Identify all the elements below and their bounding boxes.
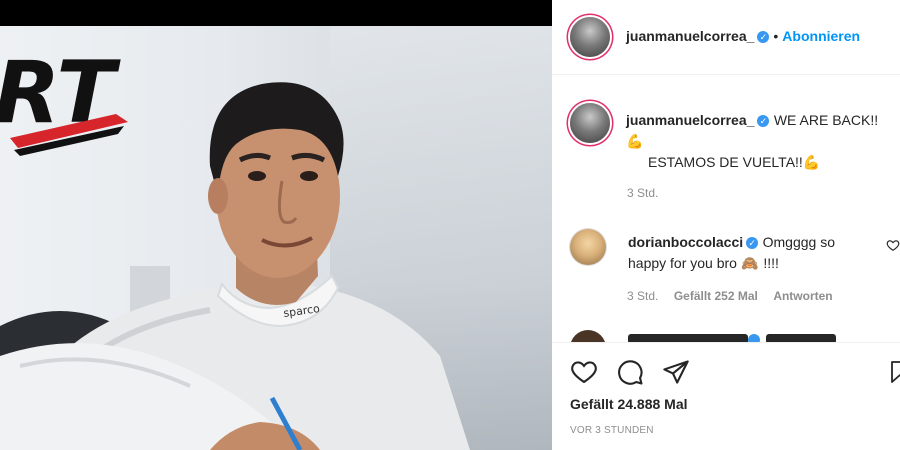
comment: dorianboccolacci ✓ Omgggg so happy for yo… xyxy=(628,232,878,274)
author-avatar[interactable] xyxy=(570,17,610,57)
caption-line2: ESTAMOS DE VUELTA!! xyxy=(648,154,803,170)
caption-line1: WE ARE BACK!! xyxy=(773,112,879,128)
verified-icon: ✓ xyxy=(757,115,770,127)
comment-username[interactable]: dorianboccolacci xyxy=(628,234,743,250)
verified-icon: ✓ xyxy=(746,237,759,249)
flexed-biceps-emoji: 💪 xyxy=(802,154,821,170)
comment-icon[interactable] xyxy=(616,358,644,386)
comment-text-line2: happy for you bro xyxy=(628,255,737,271)
actions-divider xyxy=(552,342,900,343)
photo-top-bar xyxy=(0,0,552,26)
header-divider xyxy=(552,74,900,75)
rt-logo: RT xyxy=(0,43,128,156)
comment-text-line1: Omgggg so xyxy=(762,234,835,250)
caption: juanmanuelcorrea_ ✓ WE ARE BACK!! 💪 ESTAM… xyxy=(626,110,896,173)
heart-icon[interactable] xyxy=(570,358,598,386)
header-username[interactable]: juanmanuelcorrea_ xyxy=(626,28,754,44)
verified-icon: ✓ xyxy=(757,31,770,43)
reply-button[interactable]: Antworten xyxy=(773,289,832,303)
likes-count[interactable]: Gefällt 24.888 Mal xyxy=(570,396,688,412)
driver-portrait: RT sparco xyxy=(0,43,470,450)
share-icon[interactable] xyxy=(662,358,690,386)
next-comment-partial xyxy=(570,330,900,342)
flexed-biceps-emoji: 💪 xyxy=(626,133,644,149)
bookmark-icon[interactable] xyxy=(888,358,900,386)
like-comment-icon[interactable] xyxy=(886,238,900,252)
see-no-evil-monkey-emoji: 🙈 xyxy=(741,255,759,271)
caption-time[interactable]: 3 Std. xyxy=(627,186,658,200)
comment-meta: 3 Std. Gefällt 252 Mal Antworten xyxy=(627,287,833,305)
header-separator: • xyxy=(773,28,779,44)
comment-likes[interactable]: Gefällt 252 Mal xyxy=(674,289,758,303)
post-time-ago[interactable]: VOR 3 STUNDEN xyxy=(570,425,654,436)
post-side-panel xyxy=(552,0,900,450)
comment-text-end: !!!! xyxy=(763,255,779,271)
caption-avatar[interactable] xyxy=(570,103,610,143)
follow-button[interactable]: Abonnieren xyxy=(782,28,860,44)
comment-avatar[interactable] xyxy=(570,229,606,265)
comment-time[interactable]: 3 Std. xyxy=(627,289,658,303)
post-photo[interactable]: RT sparco xyxy=(0,0,552,450)
caption-username[interactable]: juanmanuelcorrea_ xyxy=(626,112,754,128)
post-header: juanmanuelcorrea_ ✓ • Abonnieren xyxy=(626,28,860,46)
